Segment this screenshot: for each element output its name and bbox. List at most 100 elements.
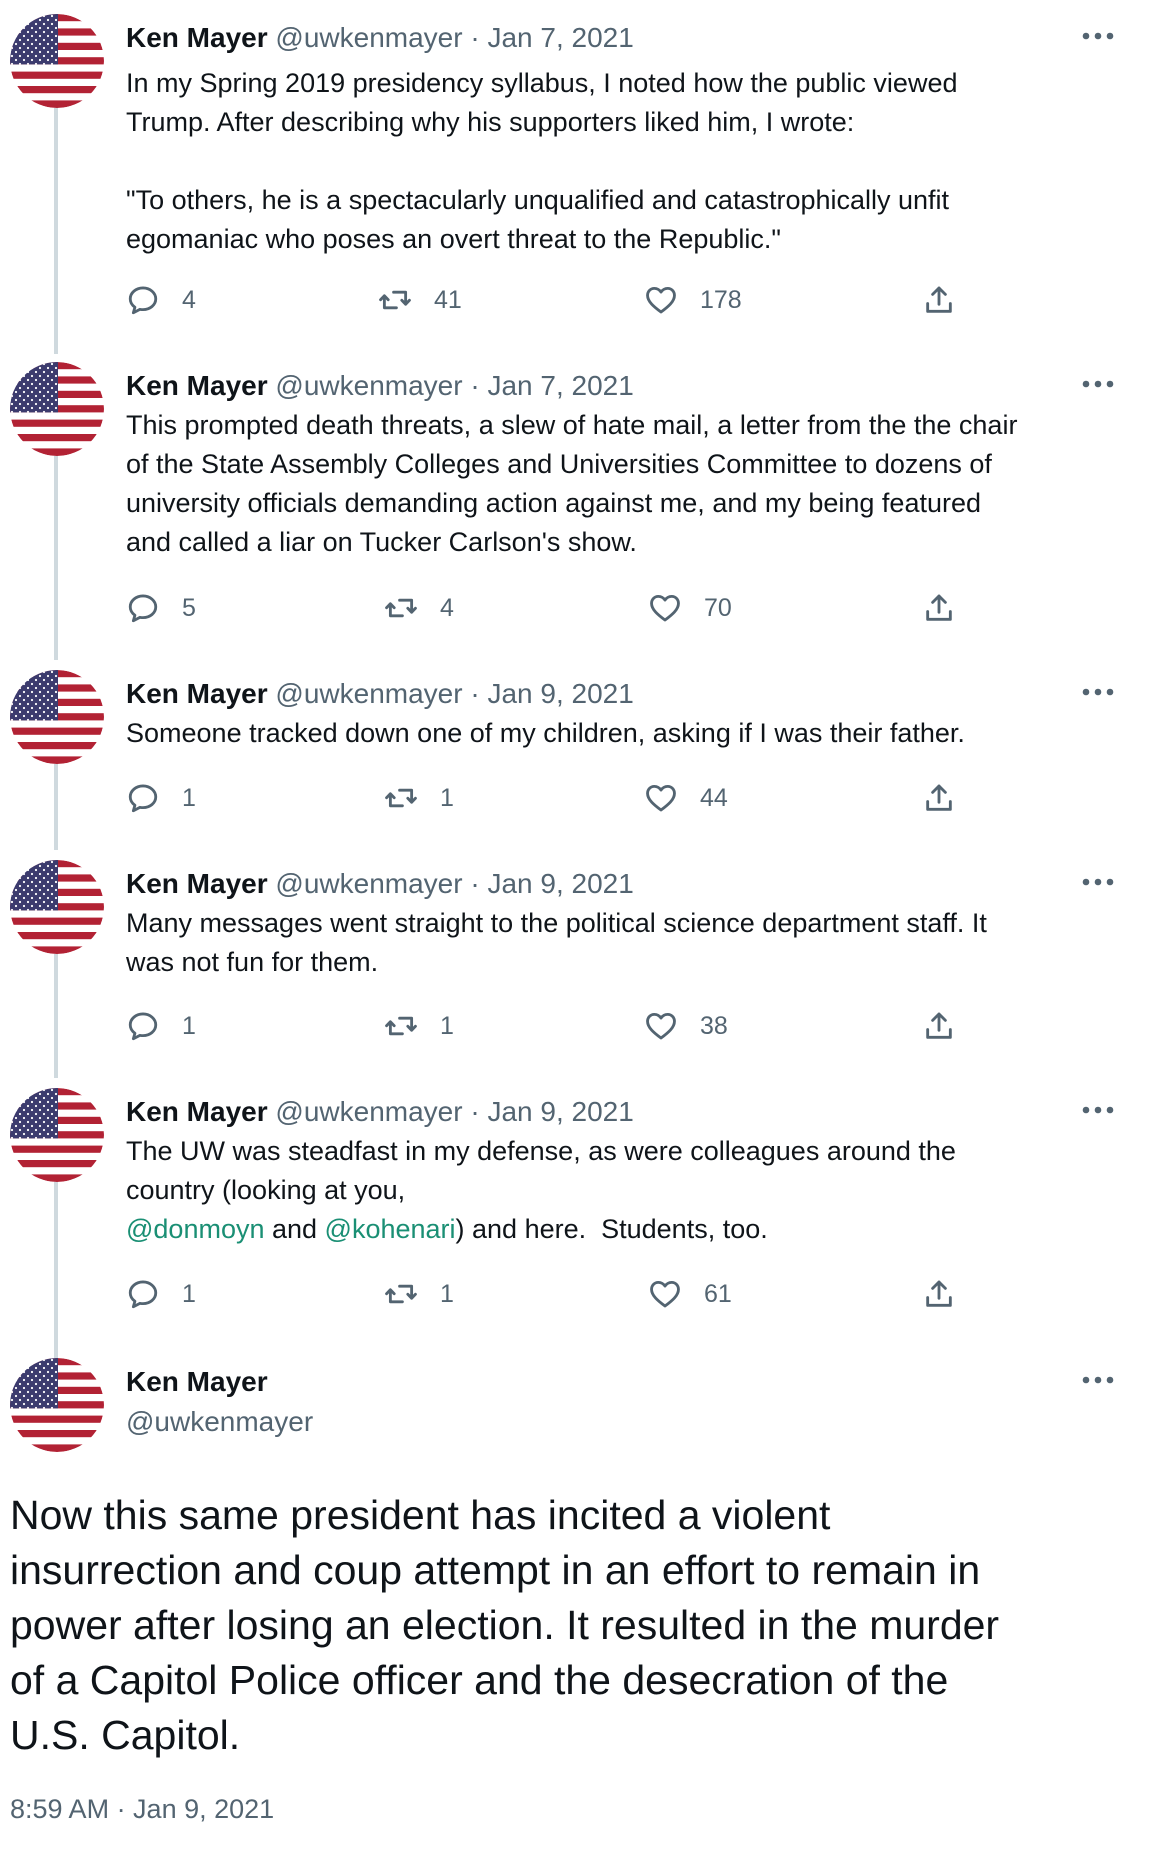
author-handle[interactable]: @uwkenmayer xyxy=(126,1404,313,1440)
retweet-button[interactable]: 1 xyxy=(384,778,454,818)
focused-tweet[interactable]: Ken Mayer @uwkenmayer xyxy=(0,1358,1151,1478)
author-handle[interactable]: @uwkenmayer xyxy=(275,678,462,709)
tweet-date[interactable]: Jan 9, 2021 xyxy=(487,678,633,709)
tweet-date[interactable]: Jan 7, 2021 xyxy=(487,370,633,401)
author-name[interactable]: Ken Mayer xyxy=(126,678,268,709)
share-button[interactable] xyxy=(922,280,956,320)
tweet-date[interactable]: Jan 7, 2021 xyxy=(487,22,633,53)
author-handle[interactable]: @uwkenmayer xyxy=(275,1096,462,1127)
text-line: Now this same president has incited a vi… xyxy=(10,1492,831,1538)
retweet-icon xyxy=(385,788,417,808)
tweet-timestamp[interactable]: 8:59 AM · Jan 9, 2021 xyxy=(10,1792,274,1826)
share-button[interactable] xyxy=(922,588,956,628)
author-name[interactable]: Ken Mayer xyxy=(126,1096,268,1127)
reply-icon xyxy=(128,286,158,315)
tweet-date[interactable]: Jan 9, 2021 xyxy=(487,868,633,899)
avatar[interactable] xyxy=(10,670,104,764)
text-line-blank xyxy=(126,142,1116,181)
more-options-icon[interactable] xyxy=(1081,1102,1115,1118)
like-button[interactable]: 38 xyxy=(644,1006,728,1046)
reply-button[interactable]: 1 xyxy=(126,778,196,818)
tweet-text: The UW was steadfast in my defense, as w… xyxy=(126,1132,1116,1249)
like-count: 38 xyxy=(700,1011,728,1040)
tweet[interactable]: Ken Mayer @uwkenmayer · Jan 7, 2021 In m… xyxy=(0,14,1151,324)
text-segment: and xyxy=(264,1214,325,1244)
share-button[interactable] xyxy=(922,1274,956,1314)
separator: · xyxy=(470,370,480,401)
text-line: power after losing an election. It resul… xyxy=(10,1602,1000,1648)
reply-button[interactable]: 1 xyxy=(126,1006,196,1046)
separator: · xyxy=(470,1096,480,1127)
mention-link[interactable]: @donmoyn xyxy=(126,1214,264,1244)
retweet-button[interactable]: 1 xyxy=(384,1274,454,1314)
share-button[interactable] xyxy=(922,778,956,818)
author-handle[interactable]: @uwkenmayer xyxy=(275,868,462,899)
retweet-count: 1 xyxy=(440,783,454,812)
text-line: insurrection and coup attempt in an effo… xyxy=(10,1547,981,1593)
text-line: of the State Assembly Colleges and Unive… xyxy=(126,449,992,479)
avatar[interactable] xyxy=(10,362,104,456)
more-options-icon[interactable] xyxy=(1081,28,1115,44)
author-name[interactable]: Ken Mayer xyxy=(126,1364,268,1400)
heart-icon xyxy=(646,1012,676,1040)
author-handle[interactable]: @uwkenmayer xyxy=(275,22,462,53)
author-name[interactable]: Ken Mayer xyxy=(126,370,268,401)
retweet-button[interactable]: 4 xyxy=(384,588,454,628)
heart-icon xyxy=(646,286,676,314)
avatar[interactable] xyxy=(10,860,104,954)
tweet-date[interactable]: Jan 9, 2021 xyxy=(487,1096,633,1127)
reply-icon xyxy=(128,784,158,813)
more-options-icon[interactable] xyxy=(1081,376,1115,392)
author-name[interactable]: Ken Mayer xyxy=(126,868,268,899)
like-button[interactable]: 61 xyxy=(648,1274,732,1314)
focused-tweet-text: Now this same president has incited a vi… xyxy=(10,1488,1145,1763)
retweet-button[interactable]: 41 xyxy=(378,280,462,320)
tweet-header: Ken Mayer @uwkenmayer · Jan 9, 2021 xyxy=(126,866,634,902)
retweet-icon xyxy=(385,598,417,618)
tweet[interactable]: Ken Mayer @uwkenmayer · Jan 9, 2021 Many… xyxy=(0,860,1151,1050)
text-line: was not fun for them. xyxy=(126,947,379,977)
more-options-icon[interactable] xyxy=(1081,874,1115,890)
reply-button[interactable]: 1 xyxy=(126,1274,196,1314)
reply-count: 5 xyxy=(182,593,196,622)
heart-icon xyxy=(650,594,680,622)
more-options-icon[interactable] xyxy=(1081,1372,1115,1388)
avatar[interactable] xyxy=(10,1088,104,1182)
like-button[interactable]: 178 xyxy=(644,280,742,320)
tweet-text: In my Spring 2019 presidency syllabus, I… xyxy=(126,64,1116,259)
avatar[interactable] xyxy=(10,1358,104,1452)
tweet[interactable]: Ken Mayer @uwkenmayer · Jan 7, 2021 This… xyxy=(0,362,1151,632)
avatar[interactable] xyxy=(10,14,104,108)
more-options-icon[interactable] xyxy=(1081,684,1115,700)
share-button[interactable] xyxy=(922,1006,956,1046)
tweet-header: Ken Mayer @uwkenmayer · Jan 9, 2021 xyxy=(126,676,634,712)
share-icon xyxy=(926,1012,952,1039)
separator: · xyxy=(470,678,480,709)
reply-icon xyxy=(128,1280,158,1309)
author-name[interactable]: Ken Mayer xyxy=(126,22,268,53)
tweet[interactable]: Ken Mayer @uwkenmayer · Jan 9, 2021 The … xyxy=(0,1088,1151,1328)
mention-link[interactable]: @kohenari xyxy=(325,1214,456,1244)
text-line: The UW was steadfast in my defense, as w… xyxy=(126,1136,956,1166)
tweet-header: Ken Mayer @uwkenmayer · Jan 9, 2021 xyxy=(126,1094,634,1130)
retweet-button[interactable]: 1 xyxy=(384,1006,454,1046)
like-button[interactable]: 44 xyxy=(644,778,728,818)
reply-count: 1 xyxy=(182,1011,196,1040)
reply-icon xyxy=(128,1012,158,1041)
text-line: of a Capitol Police officer and the dese… xyxy=(10,1657,949,1703)
like-count: 61 xyxy=(704,1279,732,1308)
tweet-actions: 1 1 44 xyxy=(126,778,976,818)
reply-button[interactable]: 5 xyxy=(126,588,196,628)
like-count: 178 xyxy=(700,285,742,314)
tweet[interactable]: Ken Mayer @uwkenmayer · Jan 9, 2021 Some… xyxy=(0,670,1151,820)
author-handle[interactable]: @uwkenmayer xyxy=(275,370,462,401)
separator: · xyxy=(470,22,480,53)
text-line: and called a liar on Tucker Carlson's sh… xyxy=(126,527,637,557)
reply-button[interactable]: 4 xyxy=(126,280,196,320)
tweet-actions: 5 4 70 xyxy=(126,588,976,628)
tweet-text: This prompted death threats, a slew of h… xyxy=(126,406,1116,562)
share-icon xyxy=(926,1280,952,1307)
like-button[interactable]: 70 xyxy=(648,588,732,628)
share-icon xyxy=(926,594,952,621)
retweet-count: 1 xyxy=(440,1011,454,1040)
